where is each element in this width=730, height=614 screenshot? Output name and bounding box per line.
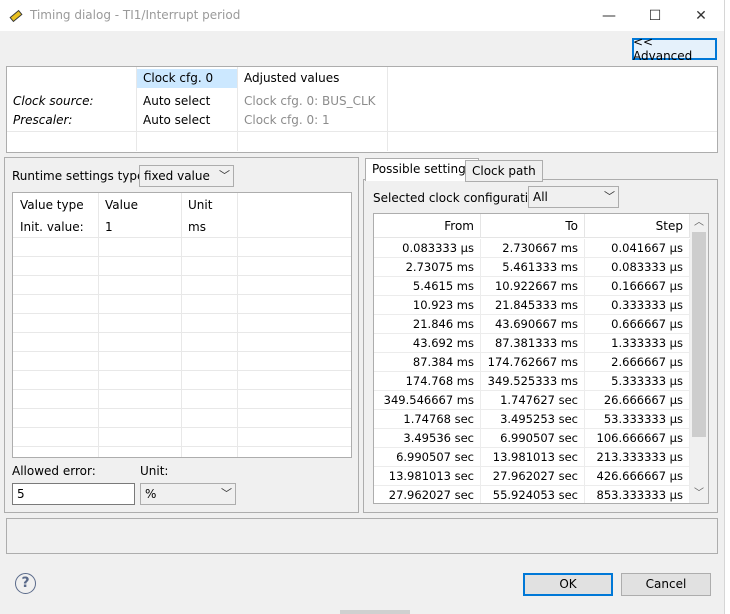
unit-select[interactable]: % ﹀ bbox=[140, 483, 236, 505]
step-cell: 213.333333 μs bbox=[585, 448, 690, 467]
selected-clock-config-select[interactable]: All ﹀ bbox=[528, 186, 619, 208]
value-cell[interactable]: 1 bbox=[98, 218, 113, 237]
step-cell: 0.333333 μs bbox=[585, 296, 690, 315]
allowed-error-label: Allowed error: bbox=[12, 464, 96, 478]
step-cell: 0.083333 μs bbox=[585, 258, 690, 277]
to-cell: 43.690667 ms bbox=[481, 315, 585, 334]
prescaler-label: Prescaler: bbox=[13, 113, 73, 127]
column-header-from[interactable]: From bbox=[374, 214, 481, 238]
to-cell: 87.381333 ms bbox=[481, 334, 585, 353]
from-cell: 174.768 ms bbox=[374, 372, 481, 391]
step-cell: 106.666667 μs bbox=[585, 429, 690, 448]
unit-cell[interactable]: ms bbox=[181, 218, 206, 237]
help-icon[interactable]: ? bbox=[15, 573, 36, 594]
column-header-adjusted-values[interactable]: Adjusted values bbox=[238, 69, 387, 88]
column-header-value-type[interactable]: Value type bbox=[13, 196, 84, 215]
step-cell: 0.041667 μs bbox=[585, 239, 690, 258]
clock-source-value[interactable]: Auto select bbox=[137, 92, 237, 111]
scroll-up-icon[interactable]: ︿ bbox=[690, 215, 708, 231]
step-cell: 26.666667 μs bbox=[585, 391, 690, 410]
from-cell: 21.846 ms bbox=[374, 315, 481, 334]
from-cell: 27.962027 sec bbox=[374, 486, 481, 503]
scroll-down-icon[interactable]: ﹀ bbox=[690, 486, 708, 502]
window-title: Timing dialog - TI1/Interrupt period bbox=[30, 8, 241, 22]
step-cell: 53.333333 μs bbox=[585, 410, 690, 429]
tab-clock-path[interactable]: Clock path bbox=[465, 160, 543, 182]
unit-label: Unit: bbox=[140, 464, 169, 478]
app-icon bbox=[9, 9, 23, 23]
step-cell: 1.333333 μs bbox=[585, 334, 690, 353]
tab-possible-settings[interactable]: Possible settings bbox=[365, 158, 479, 181]
from-cell: 0.083333 μs bbox=[374, 239, 481, 258]
column-header-to[interactable]: To bbox=[481, 214, 585, 238]
runtime-settings-type-value: fixed value bbox=[144, 169, 210, 183]
clock-config-table: Clock cfg. 0 Adjusted values Clock sourc… bbox=[6, 66, 718, 153]
to-cell: 174.762667 ms bbox=[481, 353, 585, 372]
maximize-button[interactable]: ☐ bbox=[632, 0, 678, 31]
chevron-down-icon: ﹀ bbox=[221, 487, 232, 500]
prescaler-adjusted: Clock cfg. 0: 1 bbox=[244, 113, 330, 127]
background-window-edge bbox=[724, 0, 730, 614]
step-cell: 0.666667 μs bbox=[585, 315, 690, 334]
column-header-value[interactable]: Value bbox=[98, 196, 138, 215]
column-header-unit[interactable]: Unit bbox=[181, 196, 212, 215]
to-cell: 2.730667 ms bbox=[481, 239, 585, 258]
from-cell: 5.4615 ms bbox=[374, 277, 481, 296]
clock-source-adjusted: Clock cfg. 0: BUS_CLK bbox=[244, 94, 376, 108]
from-cell: 87.384 ms bbox=[374, 353, 481, 372]
step-cell: 0.166667 μs bbox=[585, 277, 690, 296]
message-area bbox=[6, 518, 718, 554]
background-window-edge bbox=[340, 610, 410, 614]
to-cell: 5.461333 ms bbox=[481, 258, 585, 277]
to-cell: 27.962027 sec bbox=[481, 467, 585, 486]
from-cell: 6.990507 sec bbox=[374, 448, 481, 467]
to-cell: 3.495253 sec bbox=[481, 410, 585, 429]
chevron-down-icon: ﹀ bbox=[604, 190, 615, 203]
maximize-icon: ☐ bbox=[648, 7, 662, 24]
column-header-step[interactable]: Step bbox=[585, 214, 690, 238]
minimize-button[interactable]: — bbox=[586, 0, 632, 31]
from-cell: 13.981013 sec bbox=[374, 467, 481, 486]
minimize-icon: — bbox=[602, 7, 616, 24]
from-cell: 3.49536 sec bbox=[374, 429, 481, 448]
clock-source-row: Clock source: Auto select Clock cfg. 0: … bbox=[7, 92, 717, 111]
value-type-cell: Init. value: bbox=[20, 220, 84, 234]
to-cell: 349.525333 ms bbox=[481, 372, 585, 391]
to-cell: 13.981013 sec bbox=[481, 448, 585, 467]
scrollbar-thumb[interactable] bbox=[692, 232, 706, 437]
step-cell: 853.333333 μs bbox=[585, 486, 690, 503]
ok-button[interactable]: OK bbox=[523, 573, 613, 596]
selected-clock-config-value: All bbox=[533, 190, 548, 204]
prescaler-row: Prescaler: Auto select Clock cfg. 0: 1 bbox=[7, 111, 717, 130]
close-button[interactable]: ✕ bbox=[678, 0, 724, 31]
unit-select-value: % bbox=[145, 487, 157, 501]
clock-table-header-row: Clock cfg. 0 Adjusted values bbox=[7, 69, 717, 88]
advanced-button[interactable]: << Advanced bbox=[632, 35, 717, 63]
from-cell: 349.546667 ms bbox=[374, 391, 481, 410]
clock-source-label: Clock source: bbox=[13, 94, 94, 108]
to-cell: 55.924053 sec bbox=[481, 486, 585, 503]
step-cell: 2.666667 μs bbox=[585, 353, 690, 372]
to-cell: 21.845333 ms bbox=[481, 296, 585, 315]
step-cell: 5.333333 μs bbox=[585, 372, 690, 391]
to-cell: 10.922667 ms bbox=[481, 277, 585, 296]
selected-clock-config-label: Selected clock configuration bbox=[373, 191, 544, 205]
from-cell: 43.692 ms bbox=[374, 334, 481, 353]
settings-table: From To Step 0.083333 μs 2.730667 ms 0.041… bbox=[373, 213, 709, 504]
chevron-down-icon: ﹀ bbox=[219, 169, 230, 182]
step-cell: 426.666667 μs bbox=[585, 467, 690, 486]
runtime-settings-type-select[interactable]: fixed value ﹀ bbox=[139, 165, 234, 187]
allowed-error-input[interactable]: 5 bbox=[12, 483, 135, 505]
to-cell: 6.990507 sec bbox=[481, 429, 585, 448]
from-cell: 10.923 ms bbox=[374, 296, 481, 315]
cancel-button[interactable]: Cancel bbox=[621, 573, 711, 596]
value-table: Value type Value Unit Init. value: 1 ms bbox=[12, 192, 352, 458]
prescaler-value[interactable]: Auto select bbox=[137, 111, 237, 130]
from-cell: 1.74768 sec bbox=[374, 410, 481, 429]
to-cell: 1.747627 sec bbox=[481, 391, 585, 410]
column-header-clock-cfg[interactable]: Clock cfg. 0 bbox=[137, 69, 237, 88]
runtime-settings-type-label: Runtime settings type: bbox=[12, 169, 149, 183]
from-cell: 2.73075 ms bbox=[374, 258, 481, 277]
close-icon: ✕ bbox=[695, 7, 707, 24]
